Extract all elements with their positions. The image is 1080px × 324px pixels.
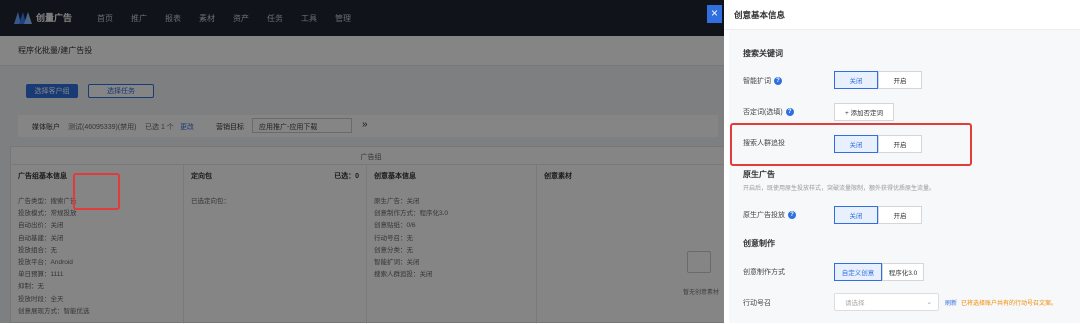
negative-words-label: 否定词(选填) ? — [743, 107, 794, 117]
creative-method-toggle: 自定义创意 程序化3.0 — [834, 263, 924, 281]
native-ad-toggle: 关闭 开启 — [834, 206, 922, 224]
creative-method-label: 创意制作方式 — [743, 267, 785, 277]
add-negative-words: + 添加否定词 — [834, 103, 894, 121]
label-text: 否定词(选填) — [743, 109, 783, 116]
option-custom[interactable]: 自定义创意 — [834, 263, 882, 281]
option-program[interactable]: 程序化3.0 — [882, 263, 924, 281]
section-native-ad: 原生广告 — [743, 170, 775, 179]
add-negative-button[interactable]: + 添加否定词 — [834, 103, 894, 121]
label-text: 智能扩词 — [743, 78, 771, 85]
smart-expand-label: 智能扩词 ? — [743, 76, 782, 86]
cta-label: 行动号召 — [743, 298, 771, 308]
label-text: 行动号召 — [743, 300, 771, 307]
section-creative-production: 创意制作 — [743, 239, 775, 248]
close-icon[interactable]: × — [707, 5, 722, 23]
cta-placeholder: 请选择 — [845, 300, 865, 307]
cta-select[interactable]: 请选择 ⌄ — [834, 293, 939, 311]
refresh-link[interactable]: 刷新 — [945, 298, 957, 307]
drawer-header: 创意基本信息 — [724, 0, 1080, 30]
cta-warning: 已将选择账户共有的行动号召文案。 — [961, 301, 1058, 307]
label-text: 原生广告投放 — [743, 212, 785, 219]
native-hint: 开启后，既使用原生投放样式，突破流量限制，额外获得优质原生流量。 — [743, 186, 936, 192]
option-off[interactable]: 关闭 — [834, 71, 878, 89]
option-off[interactable]: 关闭 — [834, 206, 878, 224]
native-ad-label: 原生广告投放 ? — [743, 210, 796, 220]
help-icon[interactable]: ? — [785, 108, 794, 116]
drawer-title: 创意基本信息 — [734, 10, 786, 20]
creative-drawer: 创意基本信息 搜索关键词 智能扩词 ? 关闭 开启 否定词(选填) ? + 添加… — [724, 0, 1080, 323]
chevron-down-icon: ⌄ — [926, 299, 932, 306]
help-icon[interactable]: ? — [774, 77, 782, 85]
section-search-keywords: 搜索关键词 — [743, 49, 783, 58]
option-on[interactable]: 开启 — [878, 71, 922, 89]
option-on[interactable]: 开启 — [878, 206, 922, 224]
highlight-box — [730, 123, 972, 166]
label-text: 创意制作方式 — [743, 269, 785, 276]
smart-expand-toggle: 关闭 开启 — [834, 71, 922, 89]
help-icon[interactable]: ? — [788, 211, 796, 219]
highlight-box — [73, 173, 120, 210]
